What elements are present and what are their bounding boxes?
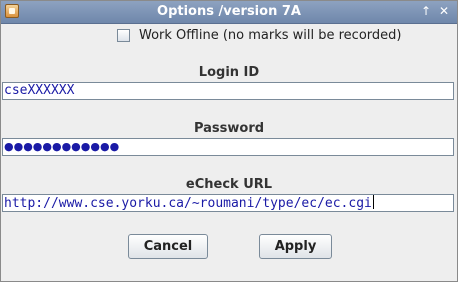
window-title: Options /version 7A (157, 4, 301, 19)
login-id-input[interactable]: cseXXXXXX (2, 82, 454, 100)
echeck-url-input[interactable]: http://www.cse.yorku.ca/~roumani/type/ec… (2, 194, 454, 212)
close-icon[interactable]: ✕ (437, 4, 451, 18)
title-bar[interactable]: Options /version 7A ↑ ✕ (1, 1, 457, 24)
text-caret (372, 195, 374, 209)
options-dialog: Options /version 7A ↑ ✕ Work Offline (no… (0, 0, 458, 282)
apply-button[interactable]: Apply (259, 234, 332, 259)
work-offline-option[interactable]: Work Offline (no marks will be recorded) (117, 27, 401, 43)
echeck-url-label: eCheck URL (185, 177, 273, 192)
cancel-button[interactable]: Cancel (128, 234, 208, 259)
password-input[interactable]: ●●●●●●●●●●●● (2, 138, 454, 156)
password-label: Password (193, 121, 265, 136)
work-offline-label: Work Offline (no marks will be recorded) (139, 27, 402, 43)
echeck-url-value: http://www.cse.yorku.ca/~roumani/type/ec… (4, 196, 372, 211)
login-id-label: Login ID (198, 65, 260, 80)
work-offline-checkbox[interactable] (117, 28, 130, 42)
maximize-icon[interactable]: ↑ (419, 4, 433, 18)
